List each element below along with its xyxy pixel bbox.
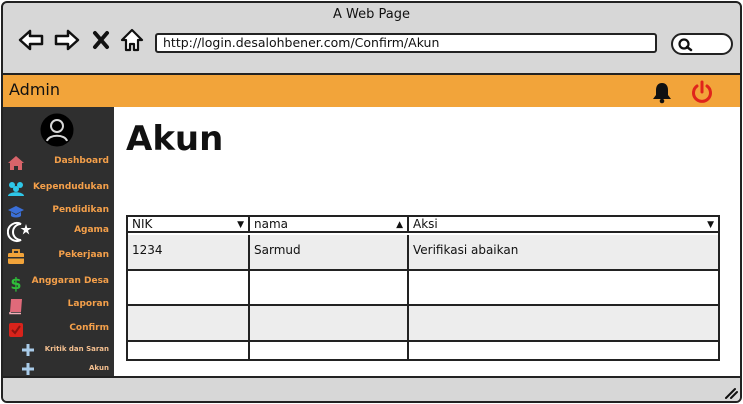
resize-grip-icon[interactable] (724, 387, 738, 399)
search-icon (678, 38, 693, 52)
close-x-icon[interactable] (91, 25, 111, 55)
table-row[interactable] (128, 342, 718, 359)
sidebar-item-confirm[interactable]: Confirm (3, 319, 114, 341)
cell-aksi (409, 306, 718, 340)
user-avatar-icon (40, 113, 74, 147)
cell-nik (128, 271, 250, 304)
home-icon (7, 154, 25, 172)
cell-aksi (409, 271, 718, 304)
sidebar-item-kependudukan[interactable]: Kependudukan (3, 178, 114, 200)
sidebar-item-label: Anggaran Desa (31, 276, 109, 286)
cell-nama (250, 342, 409, 359)
sidebar-item-agama[interactable]: Agama (3, 221, 114, 243)
sidebar-item-laporan[interactable]: Laporan (3, 295, 114, 317)
table-row[interactable] (128, 306, 718, 342)
sidebar: Dashboard Kependudukan Pendidikan Agama … (3, 107, 114, 378)
plus-icon (21, 342, 35, 356)
sidebar-item-label: Confirm (69, 323, 109, 333)
sidebar-item-label: Laporan (67, 299, 109, 309)
cell-nama: Sarmud (250, 235, 409, 269)
sidebar-item-akun[interactable]: Akun (3, 359, 114, 377)
sort-desc-icon[interactable]: ▼ (237, 218, 244, 233)
column-label: Aksi (413, 217, 438, 231)
column-label: nama (254, 217, 289, 231)
briefcase-icon (7, 248, 25, 266)
sidebar-item-label: Dashboard (54, 156, 109, 166)
table-row[interactable] (128, 271, 718, 306)
cell-aksi (409, 342, 718, 359)
svg-text:$: $ (10, 274, 21, 292)
akun-table: NIK ▼ nama ▲ Aksi ▼ 1234 Sarmud Verifika… (126, 215, 720, 361)
moon-star-icon (6, 221, 33, 243)
cell-nama (250, 271, 409, 304)
sidebar-item-label: Pendidikan (52, 205, 109, 215)
main-content: Akun NIK ▼ nama ▲ Aksi ▼ 1234 Sarmud Ver… (114, 107, 740, 378)
plus-icon (21, 361, 35, 375)
browser-window: A Web Page http://login.desalohbener.com… (1, 1, 742, 403)
dollar-icon: $ (7, 274, 25, 293)
power-icon[interactable] (689, 79, 715, 105)
cell-nik (128, 342, 250, 359)
check-square-icon (7, 321, 25, 339)
sort-asc-icon[interactable]: ▲ (396, 218, 403, 233)
sidebar-item-label: Akun (88, 364, 109, 372)
column-label: NIK (132, 217, 153, 231)
bell-icon[interactable] (650, 80, 674, 104)
column-header-nama[interactable]: nama ▲ (250, 217, 409, 233)
column-header-aksi[interactable]: Aksi ▼ (409, 217, 718, 233)
status-bar (3, 376, 740, 401)
sidebar-item-label: Kritik dan Saran (44, 345, 109, 353)
window-title: A Web Page (333, 7, 410, 22)
users-icon (7, 180, 25, 198)
sidebar-item-label: Agama (74, 225, 109, 235)
table-row[interactable]: 1234 Sarmud Verifikasi abaikan (128, 235, 718, 271)
cell-nik: 1234 (128, 235, 250, 269)
back-arrow-icon[interactable] (17, 25, 45, 55)
sidebar-item-pekerjaan[interactable]: Pekerjaan (3, 246, 114, 268)
sidebar-item-dashboard[interactable]: Dashboard (3, 152, 114, 174)
forward-arrow-icon[interactable] (53, 25, 81, 55)
table-header: NIK ▼ nama ▲ Aksi ▼ (128, 217, 718, 233)
cell-nama (250, 306, 409, 340)
sort-desc-icon[interactable]: ▼ (707, 218, 714, 233)
sidebar-item-pendidikan[interactable]: Pendidikan (3, 201, 114, 223)
sidebar-item-label: Kependudukan (32, 182, 109, 192)
home-icon[interactable] (119, 25, 145, 55)
sidebar-item-anggaran-desa[interactable]: $ Anggaran Desa (3, 272, 114, 294)
address-bar[interactable]: http://login.desalohbener.com/Confirm/Ak… (155, 33, 657, 53)
admin-header-bar: Admin (3, 73, 740, 107)
book-icon (7, 297, 25, 315)
sidebar-item-kritik-dan-saran[interactable]: Kritik dan Saran (3, 340, 114, 358)
column-header-nik[interactable]: NIK ▼ (128, 217, 250, 233)
sidebar-item-label: Pekerjaan (58, 250, 109, 260)
cell-nik (128, 306, 250, 340)
graduation-cap-icon (7, 203, 25, 221)
search-box[interactable] (671, 33, 733, 55)
cell-aksi[interactable]: Verifikasi abaikan (409, 235, 718, 269)
page-title: Akun (126, 119, 224, 159)
admin-title: Admin (9, 80, 60, 99)
